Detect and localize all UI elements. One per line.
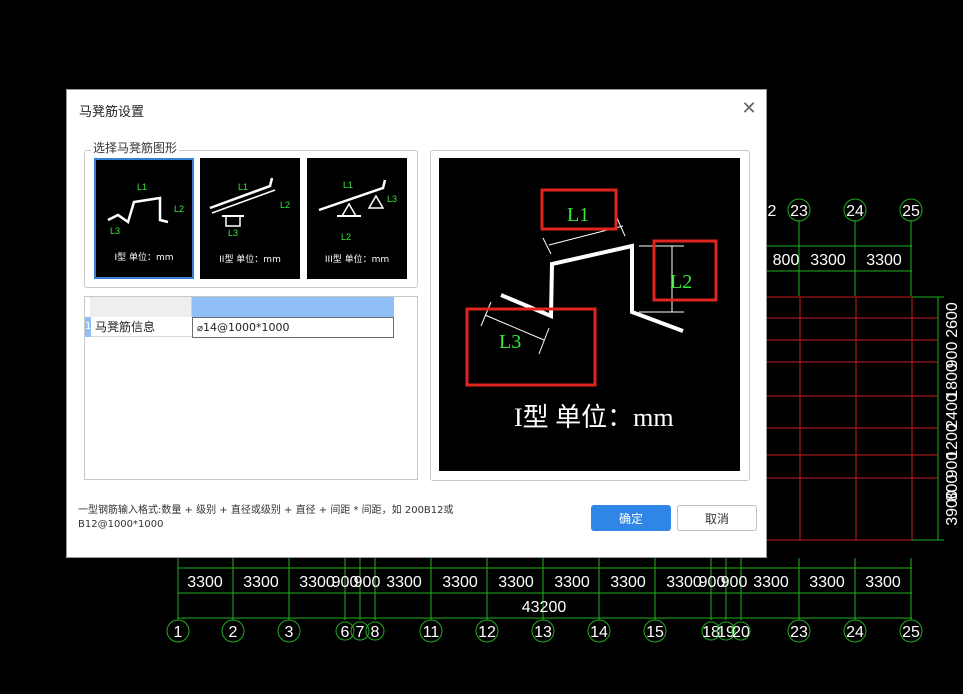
dimension-text: 3300 — [299, 574, 335, 591]
axis-bubble-label: 24 — [846, 203, 864, 220]
axis-bubble-label: 23 — [790, 203, 808, 220]
axis-bubble-label: 20 — [732, 624, 750, 641]
svg-text:L3: L3 — [387, 194, 397, 204]
right-dimensions: 2600 900 1800 2400 1200 900 800 3900 — [944, 302, 961, 526]
rebar-info-value: 14@1000*1000 — [203, 321, 290, 334]
shape-caption: I型 单位：mm — [114, 253, 174, 263]
axis-bubble-label: 2 — [229, 624, 238, 641]
axis-bubble-label: 7 — [356, 624, 365, 641]
axis-bubble-label: 15 — [646, 624, 664, 641]
cancel-button[interactable]: 取消 — [677, 505, 757, 531]
dimension-text: 3300 — [666, 574, 702, 591]
close-icon[interactable]: ✕ — [740, 100, 758, 118]
dimension-text: 3300 — [810, 252, 846, 269]
svg-text:L1: L1 — [238, 182, 248, 192]
dimension-text: 3300 — [865, 574, 901, 591]
type-1-preview-diagram: L1 L2 L3 I型 单位：mm — [465, 188, 718, 432]
dimension-text: 900 — [944, 452, 961, 479]
shape-preview: L1 L2 L3 I型 单位：mm — [439, 158, 740, 471]
beam-lines — [767, 296, 938, 541]
svg-text:L3: L3 — [110, 226, 120, 236]
shape-group-legend: 选择马凳筋图形 — [91, 139, 180, 156]
axis-bubble-label: 11 — [423, 624, 440, 641]
axis-bubble-label: 23 — [790, 624, 808, 641]
svg-text:L1: L1 — [137, 182, 147, 192]
confirm-button[interactable]: 确定 — [591, 505, 671, 531]
dimension-text: 3900 — [944, 490, 961, 526]
dimension-text: 800 — [773, 252, 800, 269]
dimension-text: 2600 — [944, 302, 961, 338]
dimension-text: 3300 — [753, 574, 789, 591]
shape-caption: III型 单位：mm — [324, 255, 390, 265]
shape-option-type-1[interactable]: L1 L2 L3 I型 单位：mm — [94, 158, 194, 279]
rebar-chair-settings-dialog: 马凳筋设置 ✕ 选择马凳筋图形 L1 L2 L3 I型 单位：mm L1 L2 … — [66, 89, 767, 558]
bottom-dimensions: 3300 3300 3300 900 900 3300 3300 3300 33… — [187, 574, 901, 616]
svg-text:L2: L2 — [341, 232, 351, 242]
axis-bubble-label: 25 — [902, 203, 920, 220]
svg-text:L1: L1 — [343, 180, 353, 190]
dimension-text: 3300 — [243, 574, 279, 591]
axis-bubble-label: 3 — [285, 624, 294, 641]
preview-caption: I型 单位：mm — [514, 403, 674, 432]
axis-bubble-label: 24 — [846, 624, 864, 641]
dimension-text: 3300 — [386, 574, 422, 591]
input-format-hint: 一型钢筋输入格式:数量 + 级别 + 直径或级别 + 直径 + 间距 * 间距，… — [78, 505, 454, 530]
axis-bubble-label: 13 — [534, 624, 552, 641]
svg-text:L2: L2 — [174, 204, 184, 214]
dimension-text: 900 — [721, 574, 748, 591]
top-axis-bubbles: 2 23 24 25 — [768, 198, 923, 222]
dimension-text: 3300 — [809, 574, 845, 591]
preview-label-l1: L1 — [567, 204, 589, 226]
axis-bubble-label: 14 — [590, 624, 608, 641]
axis-bubble-label: 6 — [341, 624, 350, 641]
grid-header-value — [192, 297, 394, 317]
axis-bubble-label: 25 — [902, 624, 920, 641]
grid-header-name — [90, 297, 192, 317]
svg-text:L3: L3 — [228, 228, 238, 238]
axis-bubble-label: 8 — [371, 624, 380, 641]
dimension-text: 3300 — [442, 574, 478, 591]
axis-bubble-label: 2 — [768, 203, 777, 220]
dialog-title: 马凳筋设置 — [79, 105, 145, 120]
grid-row-label: 马凳筋信息 — [91, 317, 192, 337]
axis-bubble-label: 12 — [478, 624, 496, 641]
dimension-text: 3300 — [498, 574, 534, 591]
preview-label-l3: L3 — [499, 331, 521, 353]
dimension-text: 3300 — [187, 574, 223, 591]
svg-text:L2: L2 — [280, 200, 290, 210]
shape-option-type-3[interactable]: L1 L3 L2 III型 单位：mm — [307, 158, 407, 279]
top-dimensions: 800 3300 3300 — [773, 252, 902, 269]
rebar-info-input[interactable]: ⌀14@1000*1000 — [192, 317, 394, 338]
axis-bubble-label: 1 — [174, 624, 183, 641]
dimension-text: 900 — [354, 574, 381, 591]
total-dimension-text: 43200 — [522, 599, 567, 616]
dimension-text: 3300 — [554, 574, 590, 591]
shape-option-type-2[interactable]: L1 L2 L3 II型 单位：mm — [200, 158, 300, 279]
preview-label-l2: L2 — [670, 271, 692, 293]
dimension-text: 3300 — [610, 574, 646, 591]
bottom-axis-bubbles: 1 2 3 6 7 8 11 12 13 14 15 18 19 20 23 2… — [166, 619, 923, 643]
shape-caption: II型 单位：mm — [219, 255, 281, 265]
dimension-text: 3300 — [866, 252, 902, 269]
